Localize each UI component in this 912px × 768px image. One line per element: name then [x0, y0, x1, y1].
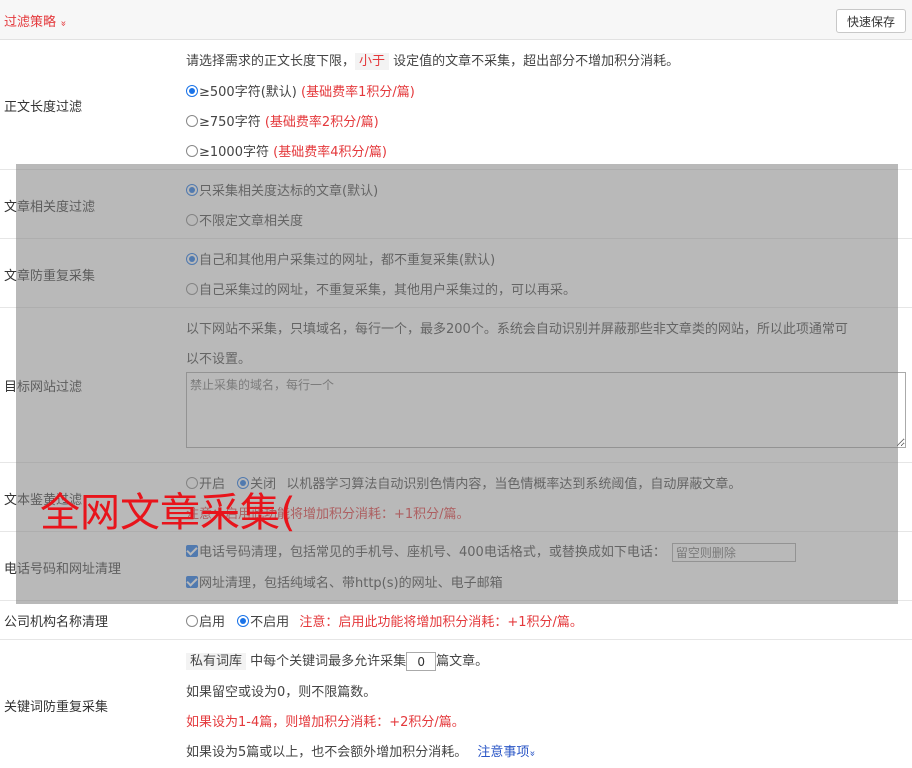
less-than-tag: 小于: [355, 53, 390, 70]
text-review-note: 注意：启用此功能将增加积分消耗：+1积分/篇。: [186, 507, 470, 522]
keyword-dedup-row: 关键词防重复采集 私有词库 中每个关键词最多允许采集 篇文章。 如果留空或设为0，…: [0, 640, 912, 768]
radio-icon[interactable]: [186, 214, 198, 226]
length-option-1000[interactable]: ≥1000字符 (基础费率4积分/篇): [186, 141, 387, 160]
dedup-option-all[interactable]: 自己和其他用户采集过的网址，都不重复采集(默认): [186, 249, 495, 268]
keyword-limit-suffix: 篇文章。: [436, 654, 489, 669]
section-title[interactable]: 过滤策略»: [4, 11, 69, 30]
section-title-label: 过滤策略: [4, 15, 57, 30]
keyword-dedup-line-4: 如果设为5篇或以上，也不会额外增加积分消耗。 注意事项»: [186, 741, 538, 760]
org-name-label: 公司机构名称清理: [4, 615, 109, 630]
keyword-dedup-label: 关键词防重复采集: [4, 700, 109, 715]
option-label: 启用: [199, 615, 226, 630]
length-filter-row: 正文长度过滤 请选择需求的正文长度下限， 小于 设定值的文章不采集，超出部分不增加…: [0, 40, 912, 170]
notes-link-label: 注意事项: [477, 745, 530, 760]
replacement-phone-input[interactable]: [671, 543, 796, 562]
length-filter-label: 正文长度过滤: [4, 100, 83, 115]
relevance-filter-label: 文章相关度过滤: [4, 200, 96, 215]
desc-text: 请选择需求的正文长度下限，: [186, 54, 356, 69]
site-filter-label: 目标网站过滤: [4, 380, 83, 395]
relevance-option-qualified[interactable]: 只采集相关度达标的文章(默认): [186, 180, 378, 199]
chevron-down-icon: »: [527, 750, 538, 757]
length-option-750[interactable]: ≥750字符 (基础费率2积分/篇): [186, 111, 379, 130]
keyword-dedup-info: 如果设为5篇或以上，也不会额外增加积分消耗。: [186, 745, 468, 760]
radio-icon[interactable]: [237, 477, 250, 489]
filter-strategy-header: 过滤策略» 快速保存: [0, 0, 912, 40]
dedup-label: 文章防重复采集: [4, 269, 96, 284]
radio-icon[interactable]: [186, 477, 198, 489]
radio-icon[interactable]: [186, 184, 198, 196]
keyword-limit-input[interactable]: [406, 652, 437, 671]
blocked-domains-input[interactable]: [186, 372, 906, 448]
radio-icon[interactable]: [186, 115, 198, 127]
relevance-option-unlimited[interactable]: 不限定文章相关度: [186, 210, 303, 229]
text-review-options: 开启 关闭 以机器学习算法自动识别色情内容，当色情概率达到系统阈值，自动屏蔽文章…: [186, 473, 741, 492]
org-name-row: 公司机构名称清理 启用 不启用 注意：启用此功能将增加积分消耗：+1积分/篇。: [0, 601, 912, 640]
desc-text: 设定值的文章不采集，超出部分不增加积分消耗。: [393, 54, 680, 69]
text-review-off[interactable]: 关闭: [237, 477, 276, 492]
text-review-label: 文本鉴黄过滤: [4, 493, 83, 508]
option-label: 关闭: [250, 477, 277, 492]
phone-url-label: 电话号码和网址清理: [4, 562, 122, 577]
length-filter-desc: 请选择需求的正文长度下限， 小于 设定值的文章不采集，超出部分不增加积分消耗。: [186, 50, 680, 70]
option-label: 不启用: [250, 615, 290, 630]
option-label: 自己采集过的网址，不重复采集，其他用户采集过的，可以再采。: [199, 283, 577, 298]
length-option-500[interactable]: ≥500字符(默认) (基础费率1积分/篇): [186, 81, 415, 100]
org-name-options: 启用 不启用 注意：启用此功能将增加积分消耗：+1积分/篇。: [186, 611, 583, 630]
radio-icon[interactable]: [186, 85, 198, 97]
option-label: 开启: [199, 477, 226, 492]
radio-icon[interactable]: [186, 283, 198, 295]
chevron-down-icon: »: [57, 20, 69, 27]
private-dictionary-tag[interactable]: 私有词库: [186, 653, 247, 670]
keyword-dedup-line-2: 如果留空或设为0，则不限篇数。: [186, 685, 377, 700]
org-name-disable[interactable]: 不启用: [237, 615, 289, 630]
option-label: 电话号码清理，包括常见的手机号、座机号、400电话格式，或替换成如下电话：: [199, 545, 666, 560]
option-label: 自己和其他用户采集过的网址，都不重复采集(默认): [199, 253, 496, 268]
org-name-enable[interactable]: 启用: [186, 615, 225, 630]
text-review-on[interactable]: 开启: [186, 477, 225, 492]
keyword-limit-text: 中每个关键词最多允许采集: [250, 654, 407, 669]
radio-icon[interactable]: [237, 615, 250, 627]
keyword-dedup-line-3: 如果设为1-4篇，则增加积分消耗：+2积分/篇。: [186, 715, 465, 730]
notes-link[interactable]: 注意事项»: [477, 745, 538, 760]
phone-url-row: 电话号码和网址清理 电话号码清理，包括常见的手机号、座机号、400电话格式，或替…: [0, 532, 912, 601]
text-review-row: 文本鉴黄过滤 开启 关闭 以机器学习算法自动识别色情内容，当色情概率达到系统阈值…: [0, 463, 912, 532]
option-label: 不限定文章相关度: [199, 214, 304, 229]
checkbox-icon[interactable]: [186, 576, 198, 588]
option-note: (基础费率4积分/篇): [273, 145, 387, 160]
option-note: (基础费率2积分/篇): [264, 115, 379, 130]
option-label: ≥500字符(默认): [199, 85, 297, 100]
site-filter-desc-1: 以下网站不采集，只填域名，每行一个，最多200个。系统会自动识别并屏蔽那些非文章…: [186, 322, 848, 337]
phone-clean-option[interactable]: 电话号码清理，包括常见的手机号、座机号、400电话格式，或替换成如下电话：: [186, 541, 796, 562]
option-note: (基础费率1积分/篇): [301, 85, 415, 100]
org-name-note: 注意：启用此功能将增加积分消耗：+1积分/篇。: [299, 615, 583, 630]
url-clean-option[interactable]: 网址清理，包括纯域名、带http(s)的网址、电子邮箱: [186, 572, 503, 591]
radio-icon[interactable]: [186, 253, 198, 265]
dedup-row: 文章防重复采集 自己和其他用户采集过的网址，都不重复采集(默认) 自己采集过的网…: [0, 239, 912, 308]
relevance-filter-row: 文章相关度过滤 只采集相关度达标的文章(默认) 不限定文章相关度: [0, 170, 912, 239]
option-label: ≥750字符: [199, 115, 261, 130]
option-label: 网址清理，包括纯域名、带http(s)的网址、电子邮箱: [199, 576, 503, 591]
radio-icon[interactable]: [186, 145, 198, 157]
site-filter-desc-2: 以不设置。: [186, 352, 252, 367]
dedup-option-self[interactable]: 自己采集过的网址，不重复采集，其他用户采集过的，可以再采。: [186, 279, 576, 298]
text-review-desc: 以机器学习算法自动识别色情内容，当色情概率达到系统阈值，自动屏蔽文章。: [286, 477, 742, 492]
quick-save-button[interactable]: 快速保存: [836, 9, 906, 33]
checkbox-icon[interactable]: [186, 545, 198, 557]
option-label: ≥1000字符: [199, 145, 269, 160]
keyword-dedup-line-1: 私有词库 中每个关键词最多允许采集 篇文章。: [186, 650, 488, 671]
radio-icon[interactable]: [186, 615, 198, 627]
option-label: 只采集相关度达标的文章(默认): [199, 184, 379, 199]
